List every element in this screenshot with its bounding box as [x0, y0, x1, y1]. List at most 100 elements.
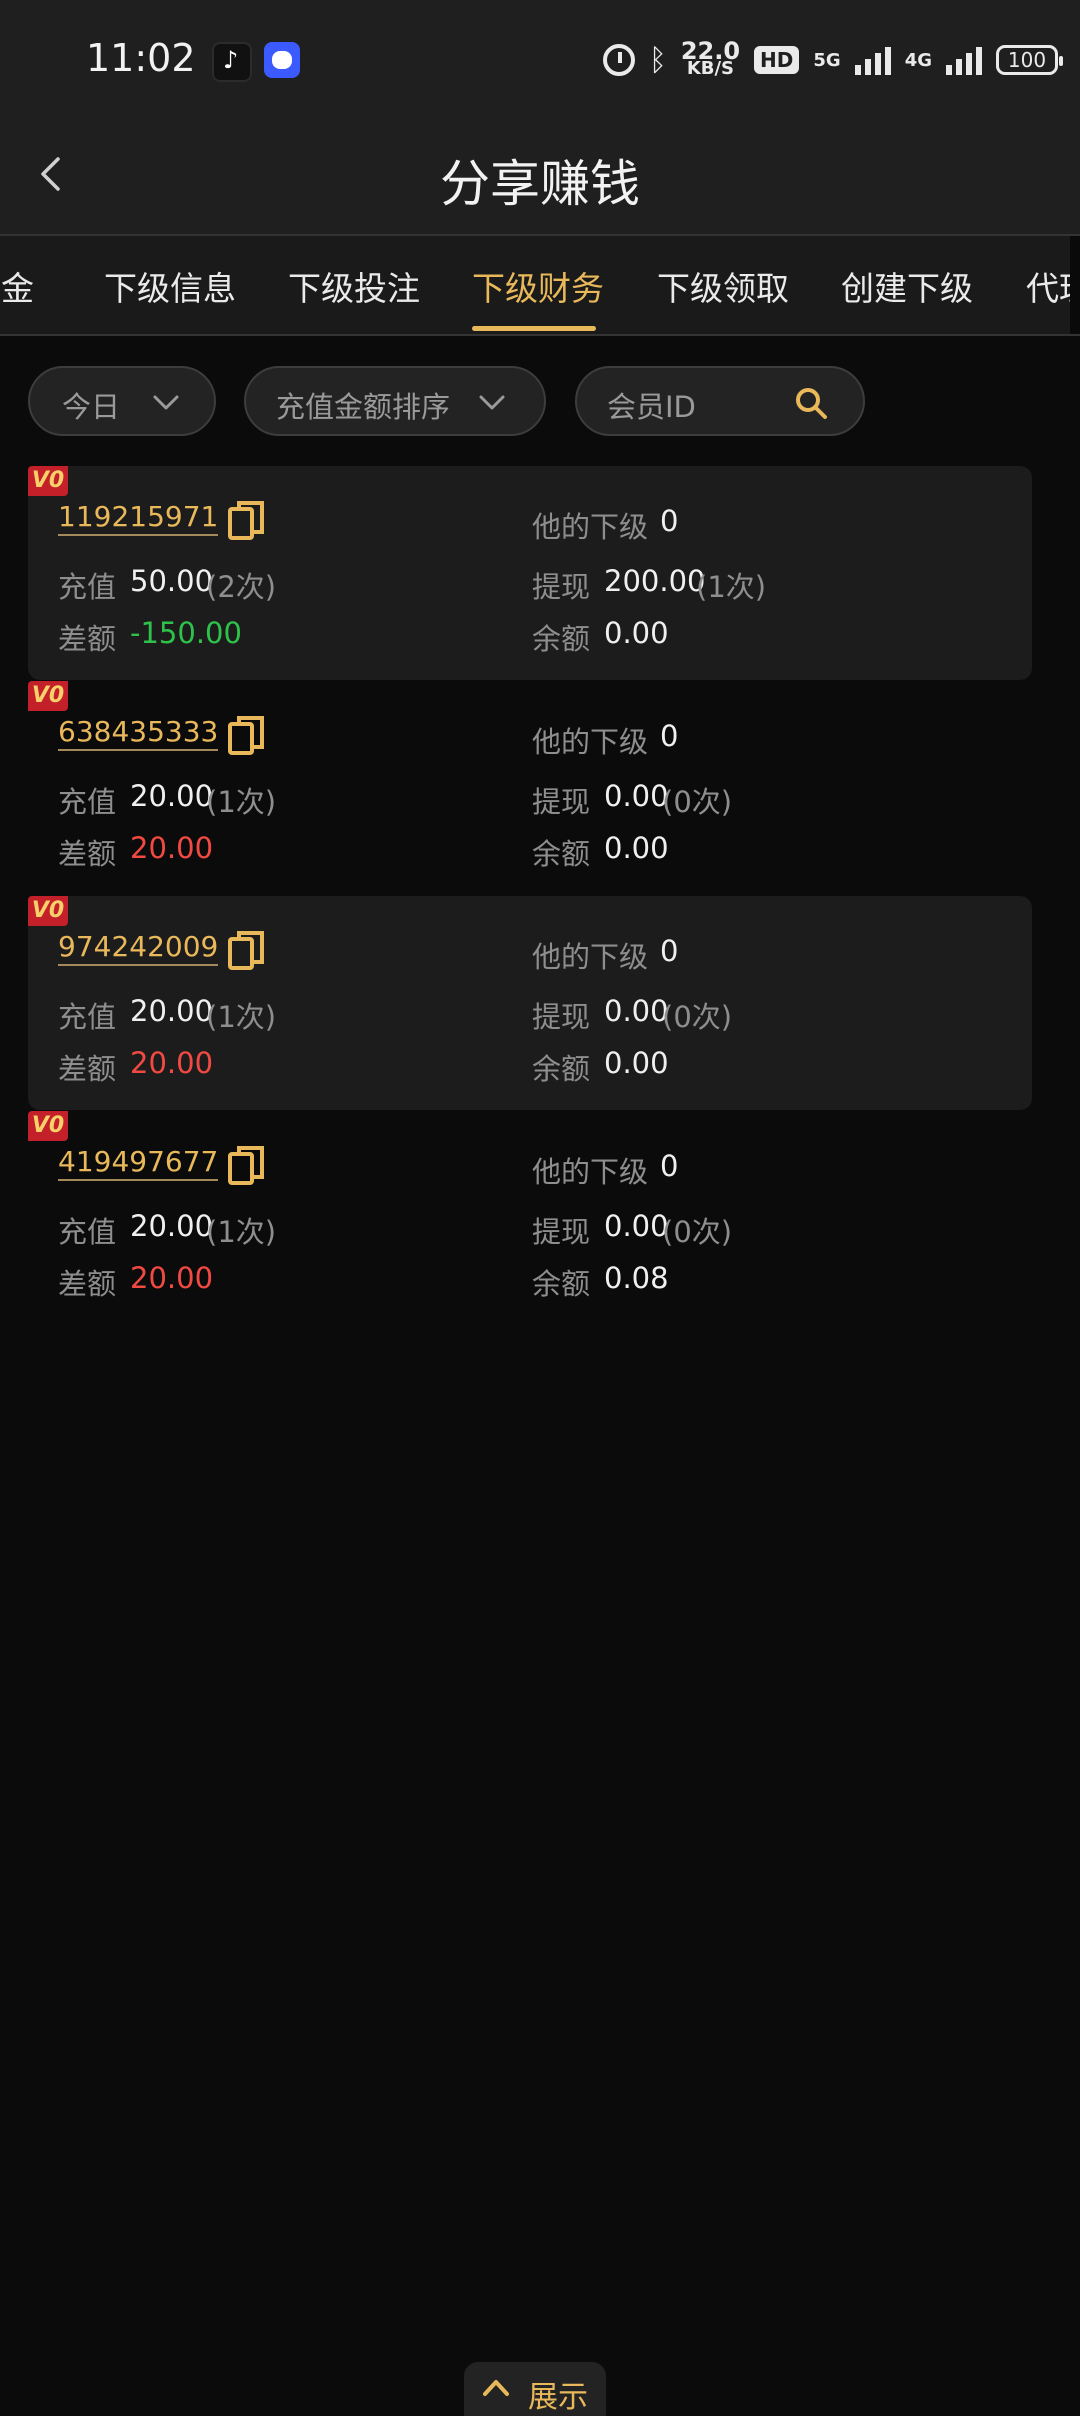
tab-create-sub[interactable]: 创建下级	[841, 262, 973, 310]
status-time: 11:02	[86, 36, 196, 80]
diff-label: 差额	[58, 1267, 117, 1301]
date-filter-label: 今日	[62, 390, 121, 424]
signal-5g-icon	[854, 45, 891, 75]
search-icon[interactable]	[793, 385, 829, 421]
recharge-times: (1次)	[206, 1000, 277, 1034]
member-id[interactable]: 119215971	[58, 500, 219, 536]
withdraw-label: 提现	[532, 1000, 591, 1034]
recharge-times: (1次)	[206, 785, 277, 819]
tab-bar: 佣金 下级信息 下级投注 下级财务 下级领取 创建下级 代理	[0, 236, 1080, 336]
diff-label: 差额	[58, 622, 117, 656]
member-card: V0 638435333 他的下级 0 充值 20.00 (1次) 提现 0.0…	[28, 681, 1032, 895]
tab-sub-bets[interactable]: 下级投注	[288, 262, 420, 310]
tab-sub-info[interactable]: 下级信息	[104, 262, 236, 310]
bluetooth-icon: ᛒ	[648, 42, 667, 78]
chevron-down-icon	[153, 395, 179, 410]
member-card: V0 119215971 他的下级 0 充值 50.00 (2次) 提现 200…	[28, 466, 1032, 680]
sort-label: 充值金额排序	[276, 390, 451, 424]
copy-icon[interactable]	[226, 500, 266, 542]
battery-icon: 100	[996, 45, 1063, 75]
withdraw-value: 0.00	[604, 1209, 669, 1243]
diff-value: -150.00	[130, 616, 242, 650]
copy-icon[interactable]	[226, 715, 266, 757]
member-card: V0 974242009 他的下级 0 充值 20.00 (1次) 提现 0.0…	[28, 896, 1032, 1110]
alarm-icon	[602, 44, 635, 76]
diff-value: 20.00	[130, 1046, 214, 1080]
tiktok-app-icon	[212, 42, 252, 82]
date-filter-dropdown[interactable]: 今日	[28, 366, 216, 436]
sub-count-label: 他的下级	[532, 940, 649, 974]
withdraw-times: (1次)	[696, 570, 767, 604]
vip-badge: V0	[28, 896, 68, 926]
recharge-label: 充值	[58, 570, 117, 604]
sub-count-label: 他的下级	[532, 510, 649, 544]
show-button[interactable]: 展示	[464, 2362, 606, 2416]
recharge-label: 充值	[58, 785, 117, 819]
header: 分享赚钱	[0, 120, 1080, 236]
withdraw-value: 200.00	[604, 564, 706, 598]
signal-4g-icon	[946, 45, 982, 75]
recharge-label: 充值	[58, 1000, 117, 1034]
chevron-down-icon	[479, 395, 505, 410]
diff-label: 差额	[58, 837, 117, 871]
active-tab-indicator	[472, 326, 596, 331]
recharge-value: 50.00	[130, 564, 214, 598]
balance-value: 0.00	[604, 1046, 669, 1080]
network-speed: 22.0 KB/S	[681, 39, 740, 79]
withdraw-times: (0次)	[662, 1215, 733, 1249]
hd-icon: HD	[754, 46, 800, 74]
balance-label: 余额	[532, 837, 591, 871]
withdraw-label: 提现	[532, 570, 591, 604]
member-id[interactable]: 419497677	[58, 1145, 219, 1181]
show-button-label: 展示	[528, 2380, 588, 2415]
diff-value: 20.00	[130, 831, 214, 865]
member-card: V0 419497677 他的下级 0 充值 20.00 (1次) 提现 0.0…	[28, 1111, 1032, 1325]
tab-sub-finance[interactable]: 下级财务	[472, 262, 604, 310]
balance-value: 0.00	[604, 616, 669, 650]
balance-label: 余额	[532, 622, 591, 656]
member-id-search-input[interactable]: 会员ID	[575, 366, 865, 436]
recharge-times: (1次)	[206, 1215, 277, 1249]
sub-count-value: 0	[660, 504, 679, 538]
vip-badge: V0	[28, 466, 68, 496]
page-title: 分享赚钱	[440, 155, 640, 213]
member-id[interactable]: 974242009	[58, 930, 219, 966]
recharge-times: (2次)	[206, 570, 277, 604]
recharge-value: 20.00	[130, 779, 214, 813]
member-id[interactable]: 638435333	[58, 715, 219, 751]
status-bar: 11:02 ᛒ 22.0 KB/S HD 5G 4G 100	[0, 0, 1080, 120]
balance-label: 余额	[532, 1052, 591, 1086]
recharge-label: 充值	[58, 1215, 117, 1249]
chat-app-icon	[264, 42, 300, 78]
diff-label: 差额	[58, 1052, 117, 1086]
copy-icon[interactable]	[226, 1145, 266, 1187]
vip-badge: V0	[28, 1111, 68, 1141]
diff-value: 20.00	[130, 1261, 214, 1295]
status-icons: ᛒ 22.0 KB/S HD 5G 4G 100	[602, 34, 1063, 86]
sort-dropdown[interactable]: 充值金额排序	[244, 366, 546, 436]
sub-count-value: 0	[660, 719, 679, 753]
net-5g-label: 5G	[813, 49, 841, 71]
tab-commission[interactable]: 佣金	[0, 262, 34, 310]
tab-sub-claims[interactable]: 下级领取	[657, 262, 789, 310]
recharge-value: 20.00	[130, 1209, 214, 1243]
withdraw-times: (0次)	[662, 1000, 733, 1034]
vip-badge: V0	[28, 681, 68, 711]
chevron-up-icon	[483, 2380, 509, 2396]
withdraw-label: 提现	[532, 1215, 591, 1249]
withdraw-value: 0.00	[604, 994, 669, 1028]
copy-icon[interactable]	[226, 930, 266, 972]
sub-count-value: 0	[660, 1149, 679, 1183]
sub-count-value: 0	[660, 934, 679, 968]
recharge-value: 20.00	[130, 994, 214, 1028]
balance-value: 0.00	[604, 831, 669, 865]
search-placeholder: 会员ID	[607, 390, 696, 424]
withdraw-label: 提现	[532, 785, 591, 819]
network-speed-unit: KB/S	[686, 58, 735, 79]
balance-label: 余额	[532, 1267, 591, 1301]
sub-count-label: 他的下级	[532, 1155, 649, 1189]
sub-count-label: 他的下级	[532, 725, 649, 759]
withdraw-value: 0.00	[604, 779, 669, 813]
balance-value: 0.08	[604, 1261, 669, 1295]
net-4g-label: 4G	[904, 49, 932, 71]
